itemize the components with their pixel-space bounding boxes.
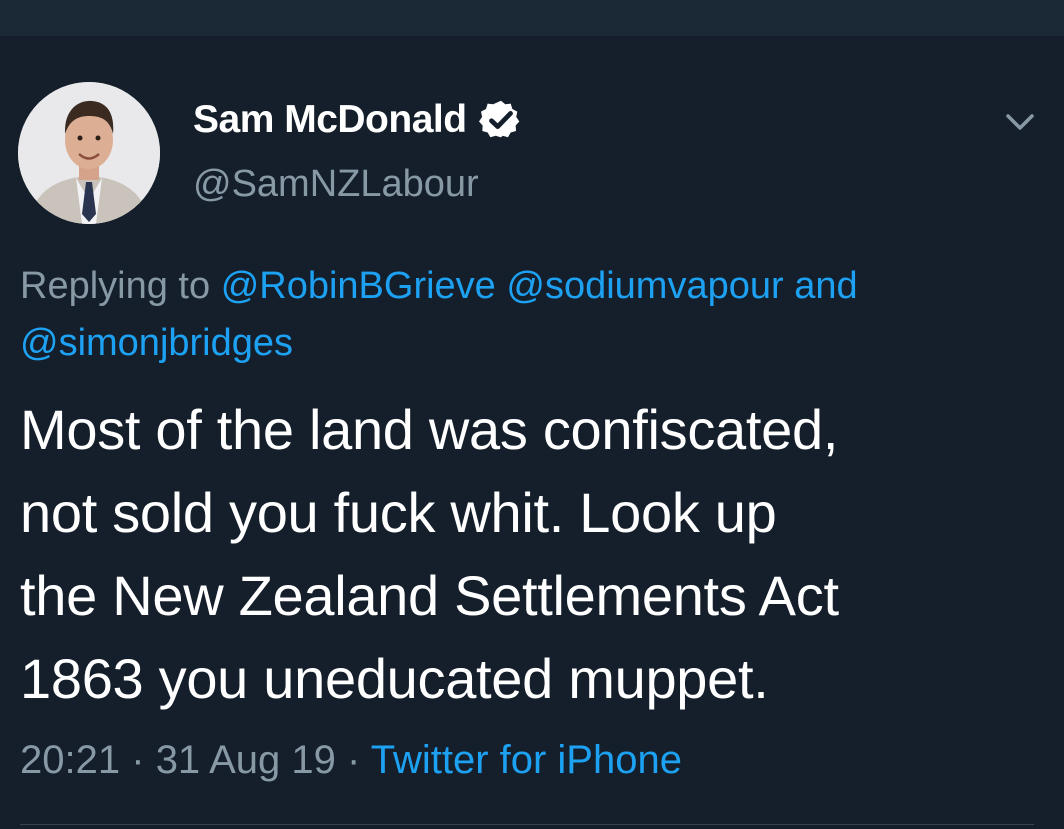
tweet-source-link[interactable]: Twitter for iPhone xyxy=(371,738,682,782)
tweet-meta: 20:21 · 31 Aug 19 · Twitter for iPhone xyxy=(20,738,682,783)
tweet-text: Most of the land was confiscated, not so… xyxy=(20,388,1050,720)
reply-mention-link[interactable]: @simonjbridges xyxy=(20,322,293,364)
replying-to-line: Replying to @RobinBGrieve @sodiumvapour … xyxy=(20,258,1040,372)
tweet-text-line: the New Zealand Settlements Act xyxy=(20,564,839,627)
reply-mention-and-link[interactable]: and xyxy=(794,265,857,307)
reply-mention-link[interactable]: @RobinBGrieve xyxy=(221,265,496,307)
author-display-name[interactable]: Sam McDonald xyxy=(193,98,467,142)
author-name-row[interactable]: Sam McDonald xyxy=(193,98,523,142)
chevron-down-icon[interactable] xyxy=(1000,104,1040,140)
tweet-text-line: not sold you fuck whit. Look up xyxy=(20,481,777,544)
status-bar-strip xyxy=(0,0,1064,36)
verified-badge-icon xyxy=(478,100,519,138)
tweet-detail: Sam McDonald @SamNZLabour Replying to @R… xyxy=(0,36,1064,829)
meta-separator: · xyxy=(347,738,361,782)
tweet-text-line: 1863 you uneducated muppet. xyxy=(20,647,769,710)
avatar[interactable] xyxy=(18,82,160,224)
author-handle[interactable]: @SamNZLabour xyxy=(193,163,479,206)
meta-separator: · xyxy=(131,738,145,782)
divider xyxy=(20,824,1034,825)
tweet-time[interactable]: 20:21 xyxy=(20,738,120,782)
replying-to-label: Replying to xyxy=(20,265,211,307)
reply-mention-link[interactable]: @sodiumvapour xyxy=(506,265,783,307)
tweet-date[interactable]: 31 Aug 19 xyxy=(156,738,336,782)
tweet-text-line: Most of the land was confiscated, xyxy=(20,398,839,461)
avatar-image xyxy=(18,82,160,224)
